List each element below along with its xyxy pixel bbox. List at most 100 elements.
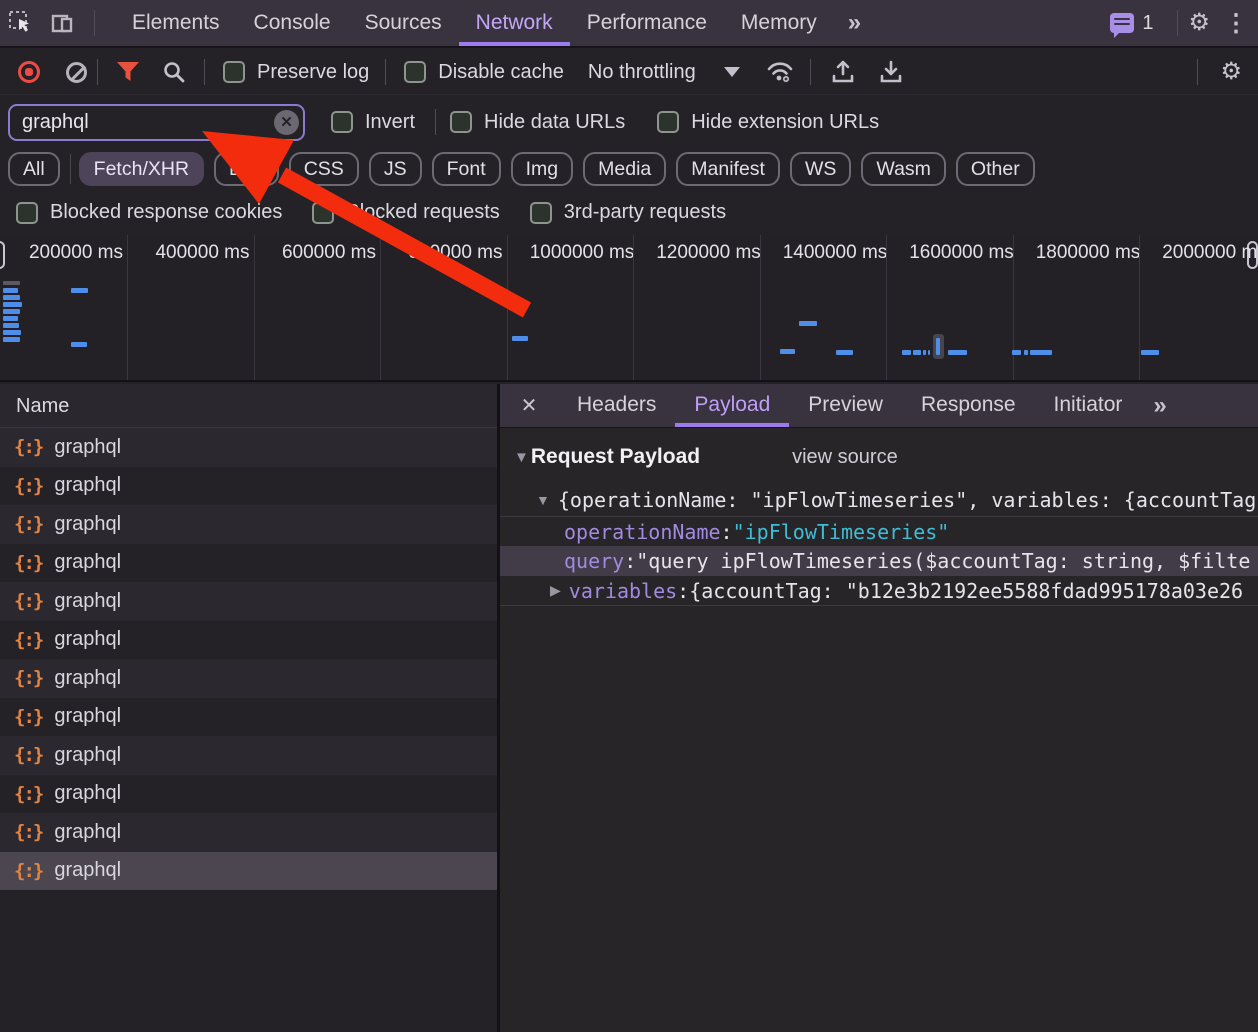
more-tabs-icon[interactable]: »: [834, 9, 872, 37]
timeline-gridline: [380, 235, 381, 380]
clear-filter-icon[interactable]: ✕: [274, 110, 299, 135]
tab-console[interactable]: Console: [237, 0, 348, 46]
timeline-tick: 1600000 ms: [897, 242, 1027, 264]
tab-network[interactable]: Network: [459, 0, 570, 46]
hide-data-urls-checkbox[interactable]: [450, 111, 472, 133]
close-icon[interactable]: ✕: [500, 393, 558, 418]
inspect-element-icon[interactable]: [6, 8, 36, 38]
import-har-icon[interactable]: [829, 58, 857, 86]
filter-chip-wasm[interactable]: Wasm: [861, 152, 946, 186]
json-request-icon: {:}: [14, 744, 42, 766]
request-row[interactable]: {:}graphql: [0, 621, 497, 660]
network-settings-icon[interactable]: ⚙: [1220, 60, 1242, 84]
detail-tab-headers[interactable]: Headers: [558, 384, 675, 427]
payload-row-operationname[interactable]: operationName: "ipFlowTimeseries": [500, 516, 1258, 546]
waterfall-request-bar: [780, 349, 795, 354]
search-icon[interactable]: [160, 58, 188, 86]
3rd-party-requests-label: 3rd-party requests: [564, 201, 726, 224]
request-row[interactable]: {:}graphql: [0, 698, 497, 737]
filter-icon[interactable]: [114, 58, 142, 86]
collapse-triangle-icon[interactable]: ▼: [514, 449, 529, 466]
request-row[interactable]: {:}graphql: [0, 813, 497, 852]
waterfall-request-bar: [3, 316, 18, 321]
request-row[interactable]: {:}graphql: [0, 428, 497, 467]
request-row[interactable]: {:}graphql: [0, 544, 497, 583]
payload-row-variables[interactable]: ▶variables: {accountTag: "b12e3b2192ee55…: [500, 576, 1258, 606]
more-detail-tabs-icon[interactable]: »: [1141, 392, 1175, 420]
filter-chip-img[interactable]: Img: [511, 152, 574, 186]
network-overview-timeline[interactable]: 200000 ms400000 ms600000 ms800000 ms1000…: [0, 235, 1258, 382]
request-name: graphql: [54, 513, 121, 536]
waterfall-request-bar: [3, 295, 20, 300]
request-row[interactable]: {:}graphql: [0, 659, 497, 698]
overview-scroll-handle-left[interactable]: [0, 241, 5, 269]
menu-icon[interactable]: ⋮: [1224, 9, 1248, 38]
detail-tab-initiator[interactable]: Initiator: [1035, 384, 1142, 427]
name-column-header[interactable]: Name: [0, 384, 497, 428]
filter-chip-media[interactable]: Media: [583, 152, 666, 186]
expand-triangle-icon[interactable]: ▶: [550, 582, 561, 599]
toolbar-divider-2: [204, 59, 205, 85]
detail-tab-response[interactable]: Response: [902, 384, 1035, 427]
tab-elements[interactable]: Elements: [115, 0, 237, 46]
waterfall-request-bar: [902, 350, 911, 355]
invert-checkbox[interactable]: [331, 111, 353, 133]
detail-tab-payload[interactable]: Payload: [675, 384, 789, 427]
settings-icon[interactable]: ⚙: [1188, 11, 1210, 35]
request-name: graphql: [54, 590, 121, 613]
tab-performance[interactable]: Performance: [570, 0, 724, 46]
filter-chip-manifest[interactable]: Manifest: [676, 152, 780, 186]
filter-chip-font[interactable]: Font: [432, 152, 501, 186]
network-toolbar: Preserve log Disable cache No throttling: [0, 50, 1258, 95]
payload-summary-row[interactable]: ▼ {operationName: "ipFlowTimeseries", va…: [500, 484, 1258, 516]
hide-extension-urls-checkbox[interactable]: [657, 111, 679, 133]
filter-chip-fetch-xhr[interactable]: Fetch/XHR: [79, 152, 204, 186]
tab-sources[interactable]: Sources: [348, 0, 459, 46]
waterfall-request-bar: [1141, 350, 1159, 355]
request-row[interactable]: {:}graphql: [0, 505, 497, 544]
throttling-dropdown[interactable]: No throttling: [574, 61, 740, 84]
view-source-link[interactable]: view source: [792, 446, 898, 469]
timeline-gridline: [886, 235, 887, 380]
throttling-value: No throttling: [588, 61, 696, 84]
waterfall-request-bar: [3, 330, 21, 335]
network-conditions-icon[interactable]: [766, 58, 794, 86]
filter-chip-all[interactable]: All: [8, 152, 60, 186]
tab-memory[interactable]: Memory: [724, 0, 834, 46]
payload-row-query[interactable]: query: "query ipFlowTimeseries($accountT…: [500, 546, 1258, 576]
detail-tab-preview[interactable]: Preview: [789, 384, 902, 427]
filter-chip-other[interactable]: Other: [956, 152, 1035, 186]
waterfall-request-bar: [1030, 350, 1052, 355]
export-har-icon[interactable]: [877, 58, 905, 86]
request-row[interactable]: {:}graphql: [0, 467, 497, 506]
expand-triangle-icon[interactable]: ▼: [536, 492, 550, 508]
3rd-party-requests-checkbox[interactable]: [530, 202, 552, 224]
device-toolbar-icon[interactable]: [48, 8, 78, 38]
payload-summary-text: {operationName: "ipFlowTimeseries", vari…: [558, 488, 1256, 512]
request-row[interactable]: {:}graphql: [0, 775, 497, 814]
requests-table: Name {:}graphql{:}graphql{:}graphql{:}gr…: [0, 384, 500, 1032]
request-row[interactable]: {:}graphql: [0, 736, 497, 775]
issues-count: 1: [1142, 12, 1153, 35]
waterfall-request-bar: [3, 302, 22, 307]
filter-chip-ws[interactable]: WS: [790, 152, 851, 186]
timeline-tick: 800000 ms: [391, 242, 521, 264]
request-row[interactable]: {:}graphql: [0, 852, 497, 891]
disable-cache-checkbox[interactable]: [404, 61, 426, 83]
payload-key: operationName: [564, 520, 721, 544]
preserve-log-checkbox[interactable]: [223, 61, 245, 83]
filter-chip-doc[interactable]: Doc: [214, 152, 279, 186]
filter-chip-js[interactable]: JS: [369, 152, 422, 186]
blocked-response-cookies-checkbox[interactable]: [16, 202, 38, 224]
request-name: graphql: [54, 551, 121, 574]
filter-chip-css[interactable]: CSS: [289, 152, 359, 186]
request-row[interactable]: {:}graphql: [0, 582, 497, 621]
waterfall-request-bar: [836, 350, 853, 355]
filter-input[interactable]: [8, 104, 305, 141]
blocked-filter-blocked-response-cookies: Blocked response cookies: [16, 201, 282, 224]
clear-icon[interactable]: [66, 62, 87, 83]
waterfall-request-bar: [3, 281, 20, 285]
blocked-requests-checkbox[interactable]: [312, 202, 334, 224]
record-icon[interactable]: [18, 61, 40, 83]
issues-counter[interactable]: 1: [1110, 12, 1153, 35]
